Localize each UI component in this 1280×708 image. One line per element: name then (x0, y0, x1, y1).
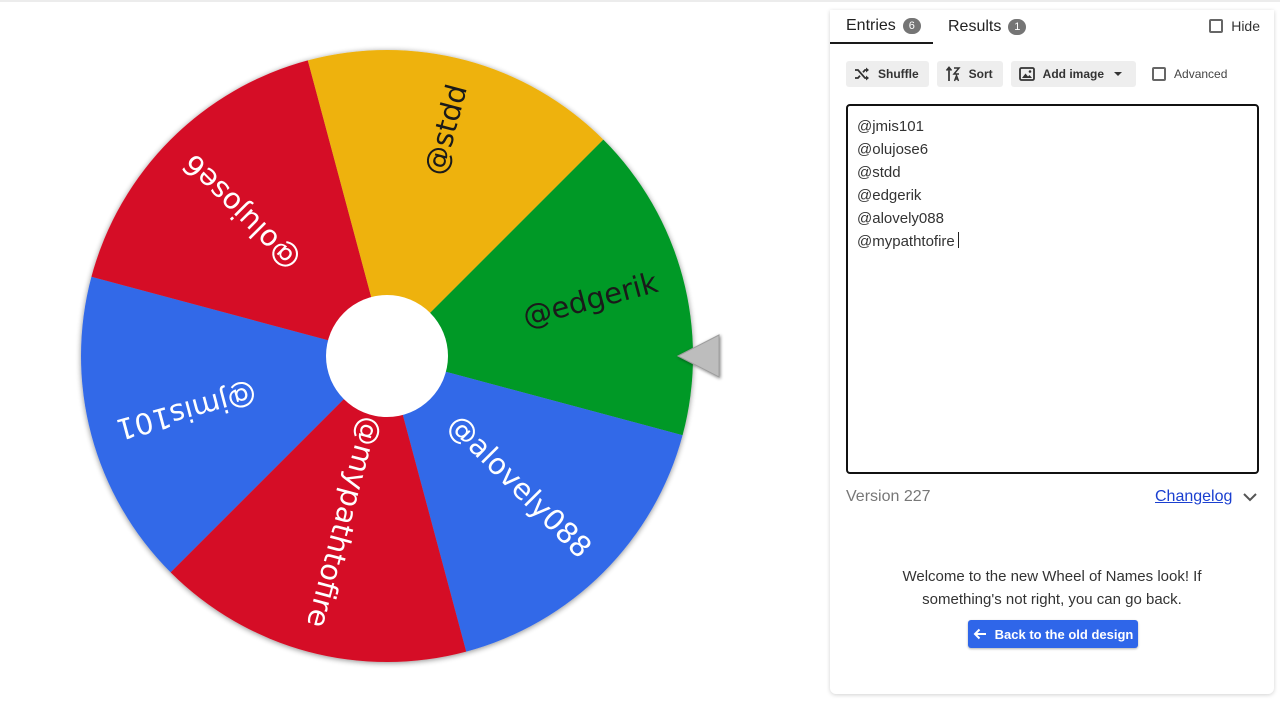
advanced-label: Advanced (1174, 67, 1228, 81)
entry-line: @edgerik (857, 187, 922, 204)
shuffle-button[interactable]: Shuffle (846, 61, 929, 87)
welcome-message: Welcome to the new Wheel of Names look! … (902, 568, 1202, 608)
changelog-link[interactable]: Changelog (1155, 488, 1232, 506)
chevron-down-icon[interactable] (1241, 490, 1259, 504)
entries-panel: Entries 6 Results 1 Hide Shuffle Sort Ad… (830, 10, 1274, 694)
version-text: Version 227 (846, 488, 931, 505)
caret-down-icon (1114, 72, 1123, 76)
hide-label: Hide (1231, 18, 1260, 34)
tab-results-count-badge: 1 (1008, 19, 1027, 35)
entries-textarea[interactable]: @jmis101 @olujose6 @stdd @edgerik @alove… (846, 104, 1259, 474)
entry-text: @mypathtofire (857, 233, 955, 250)
sort-button[interactable]: Sort (936, 61, 1003, 87)
entry-line: @alovely088 (857, 210, 944, 227)
wheel-container[interactable]: @jmis101 @olujose6 @stdd @edgerik @alovely08… (70, 40, 720, 680)
tab-entries-count-badge: 6 (902, 18, 921, 34)
top-divider (0, 0, 1280, 2)
add-image-label: Add image (1042, 67, 1105, 81)
sort-label: Sort (968, 67, 993, 81)
text-caret (957, 232, 959, 248)
sort-icon (945, 66, 961, 82)
tab-entries-label: Entries (846, 17, 896, 34)
shuffle-label: Shuffle (878, 67, 919, 81)
tab-entries[interactable]: Entries 6 (830, 10, 933, 44)
entry-line: @stdd (857, 164, 901, 181)
advanced-toggle[interactable]: Advanced (1152, 67, 1227, 81)
shuffle-icon (855, 67, 869, 81)
entry-line-last: @mypathtofire (857, 230, 1248, 253)
panel-tabs: Entries 6 Results 1 Hide (830, 10, 1274, 44)
back-button-label: Back to the old design (994, 626, 1134, 642)
back-to-old-design-button[interactable]: Back to the old design (968, 620, 1138, 648)
arrow-left-icon (973, 628, 986, 640)
image-icon (1018, 67, 1035, 81)
entry-line: @olujose6 (857, 141, 929, 158)
entry-line: @jmis101 (857, 118, 924, 135)
hide-toggle[interactable]: Hide (1209, 18, 1260, 34)
wheel-center-hub[interactable] (326, 295, 448, 417)
tab-results[interactable]: Results 1 (932, 10, 1042, 44)
name-wheel[interactable]: @jmis101@olujose6@stdd@edgerik@alovely08… (70, 40, 720, 680)
entries-toolbar: Shuffle Sort Add image Advanced (846, 61, 1227, 87)
tab-results-label: Results (948, 18, 1002, 35)
hide-checkbox[interactable] (1209, 19, 1224, 33)
advanced-checkbox[interactable] (1152, 67, 1167, 81)
add-image-button[interactable]: Add image (1010, 61, 1137, 87)
